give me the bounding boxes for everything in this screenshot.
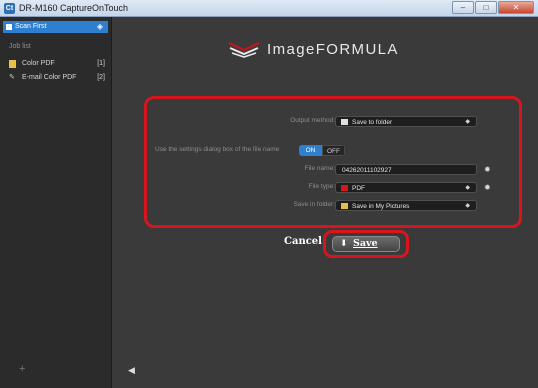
save-in-folder-value: Save in My Pictures xyxy=(352,203,410,210)
scan-first-label: Scan First xyxy=(15,23,47,30)
file-name-dialog-toggle[interactable]: ON OFF xyxy=(299,145,345,156)
logo-text: ImageFORMULA xyxy=(267,40,399,58)
window-controls: – □ ✕ xyxy=(452,1,534,14)
file-type-settings-gear-icon[interactable]: ✹ xyxy=(484,183,491,192)
pdf-icon xyxy=(341,185,348,191)
file-name-label: File name: xyxy=(304,165,335,172)
output-method-value: Save to folder xyxy=(352,119,393,126)
job-name: Color PDF xyxy=(22,60,55,67)
app-logo-icon: Ct xyxy=(4,3,15,14)
save-button[interactable]: ⬇ Save xyxy=(332,236,400,252)
window-title: DR-M160 CaptureOnTouch xyxy=(19,3,129,13)
minimize-button[interactable]: – xyxy=(452,1,474,14)
close-button[interactable]: ✕ xyxy=(498,1,534,14)
job-number: [1] xyxy=(97,60,105,67)
output-method-label: Output method: xyxy=(290,117,335,124)
paperclip-icon: ✎ xyxy=(9,74,15,81)
job-list-label: Job list xyxy=(9,43,31,50)
output-settings-panel: Output method: Save to folder ◆ Use the … xyxy=(144,96,522,228)
file-type-select[interactable]: PDF ◆ xyxy=(335,182,477,193)
brand-logo: ImageFORMULA xyxy=(227,39,399,59)
settings-gear-icon[interactable]: ◈ xyxy=(97,21,103,33)
cancel-button[interactable]: Cancel xyxy=(284,236,322,247)
save-in-folder-label: Save in folder: xyxy=(293,201,335,208)
job-item-email-color-pdf[interactable]: ✎ E-mail Color PDF [2] xyxy=(9,73,105,83)
download-arrow-icon: ⬇ xyxy=(340,239,348,249)
pictures-folder-icon xyxy=(341,203,348,209)
maximize-button[interactable]: □ xyxy=(475,1,497,14)
toggle-on[interactable]: ON xyxy=(299,145,322,156)
back-arrow-icon[interactable]: ◀ xyxy=(128,365,135,376)
folder-icon xyxy=(341,119,348,125)
toggle-off[interactable]: OFF xyxy=(322,145,345,156)
pdf-icon xyxy=(9,60,16,68)
file-name-row: File name: 04262011102927 ✹ xyxy=(147,164,525,176)
file-name-value: 04262011102927 xyxy=(342,167,392,174)
scan-icon xyxy=(6,24,12,30)
scan-first-button[interactable]: Scan First ◈ xyxy=(3,21,108,33)
file-name-input[interactable]: 04262011102927 xyxy=(335,164,477,175)
app-window: Ct DR-M160 CaptureOnTouch – □ ✕ Scan Fir… xyxy=(0,0,538,388)
output-method-row: Output method: Save to folder ◆ xyxy=(147,116,525,128)
file-name-settings-gear-icon[interactable]: ✹ xyxy=(484,165,491,174)
sidebar: Scan First ◈ Job list Color PDF [1] ✎ E-… xyxy=(0,17,112,388)
save-label: Save xyxy=(353,238,378,249)
job-item-color-pdf[interactable]: Color PDF [1] xyxy=(9,59,105,69)
dropdown-arrow-icon: ◆ xyxy=(465,119,470,125)
save-button-highlight: ⬇ Save xyxy=(323,230,409,258)
title-bar: Ct DR-M160 CaptureOnTouch – □ ✕ xyxy=(0,0,538,17)
add-job-button[interactable]: + xyxy=(19,363,25,375)
use-settings-dialog-label: Use the settings dialog box of the file … xyxy=(155,146,280,153)
save-in-folder-row: Save in folder: Save in My Pictures ◆ xyxy=(147,200,525,212)
imageformula-logo-icon xyxy=(228,42,260,58)
output-method-select[interactable]: Save to folder ◆ xyxy=(335,116,477,127)
file-type-value: PDF xyxy=(352,185,365,192)
main-panel: ImageFORMULA Output method: Save to fold… xyxy=(112,17,538,388)
dropdown-arrow-icon: ◆ xyxy=(465,185,470,191)
file-type-row: File type: PDF ◆ ✹ xyxy=(147,182,525,194)
job-number: [2] xyxy=(97,74,105,81)
save-in-folder-select[interactable]: Save in My Pictures ◆ xyxy=(335,200,477,211)
file-type-label: File type: xyxy=(308,183,335,190)
dropdown-arrow-icon: ◆ xyxy=(465,203,470,209)
job-name: E-mail Color PDF xyxy=(22,74,77,81)
use-settings-dialog-row: Use the settings dialog box of the file … xyxy=(147,145,525,157)
